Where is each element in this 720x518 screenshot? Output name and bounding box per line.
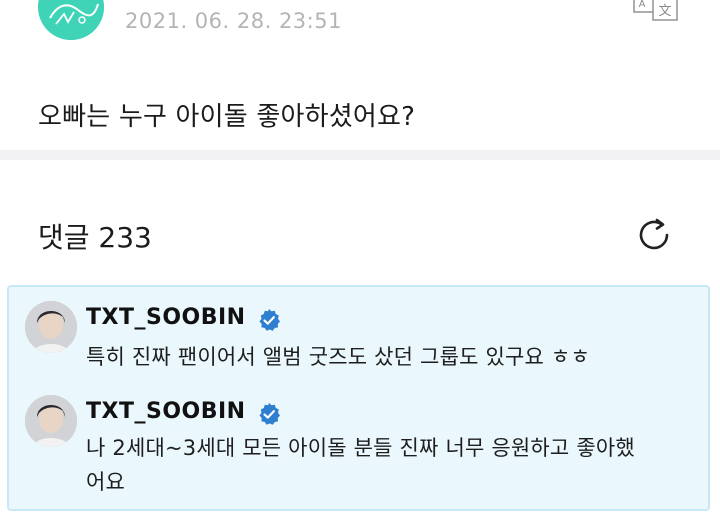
verified-icon — [259, 403, 280, 425]
reply-author[interactable]: TXT_SOOBIN — [86, 399, 246, 424]
reply-text: 나 2세대~3세대 모든 아이돌 분들 진짜 너무 응원하고 좋아했 어요 — [86, 431, 686, 499]
reply-text: 특히 진짜 팬이어서 앨범 굿즈도 샀던 그룹도 있구요 ㅎㅎ — [86, 345, 590, 369]
comments-count-title: 댓글 233 — [38, 221, 152, 254]
post-text: 오빠는 누구 아이돌 좋아하셨어요? — [38, 102, 416, 132]
artist-reply-box: TXT_SOOBIN 특히 진짜 팬이어서 앨범 굿즈도 샀던 그룹도 있구요 … — [7, 285, 710, 511]
reply-author[interactable]: TXT_SOOBIN — [86, 305, 246, 330]
post-header: 2021. 06. 28. 23:51 文 A — [0, 0, 720, 60]
post-timestamp: 2021. 06. 28. 23:51 — [125, 9, 342, 33]
reply-avatar[interactable] — [25, 301, 77, 353]
verified-icon — [259, 309, 280, 331]
svg-text:文: 文 — [658, 4, 671, 19]
reply-avatar-image — [25, 395, 77, 447]
refresh-icon[interactable] — [634, 215, 674, 255]
translate-icon[interactable]: 文 A — [633, 0, 679, 22]
section-divider — [0, 150, 720, 160]
author-avatar-icon — [38, 0, 104, 40]
reply-avatar-image — [25, 301, 77, 353]
reply-text-line: 나 2세대~3세대 모든 아이돌 분들 진짜 너무 응원하고 좋아했 — [86, 436, 635, 460]
svg-text:A: A — [639, 0, 646, 10]
author-avatar[interactable] — [38, 0, 104, 40]
reply-text-line: 어요 — [86, 470, 126, 494]
reply-avatar[interactable] — [25, 395, 77, 447]
